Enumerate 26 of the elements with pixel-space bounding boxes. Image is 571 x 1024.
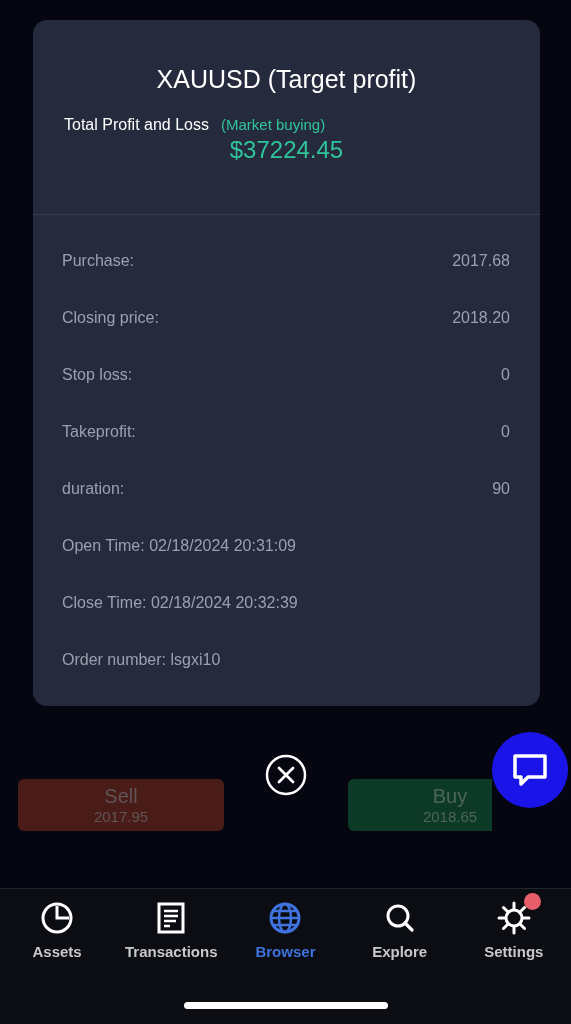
tab-bar-item[interactable]: Assets — [2, 891, 113, 988]
globe-icon — [268, 901, 303, 935]
dialog-title: XAUUSD (Target profit) — [156, 65, 417, 94]
field-label: Purchase: — [62, 251, 135, 270]
tab-bar-item[interactable]: Transactions — [116, 891, 227, 988]
order-type: (Market buying) — [220, 116, 326, 133]
field-value: 90 — [492, 479, 510, 498]
info-text: Close Time: 02/18/2024 20:32:39 — [62, 593, 298, 612]
field-label: Takeprofit: — [62, 422, 136, 441]
info-text: Open Time: 02/18/2024 20:31:09 — [62, 536, 296, 555]
tab-bar-item[interactable]: Settings — [458, 891, 569, 988]
field-label: duration: — [62, 479, 125, 498]
pnl-label: Total Profit and Loss — [64, 116, 209, 134]
field-value: 2018.20 — [452, 308, 510, 327]
pnl-value: $37224.45 — [229, 136, 344, 164]
field-label: Stop loss: — [62, 365, 133, 384]
field-label: Closing price: — [62, 308, 159, 327]
field-value: 0 — [501, 422, 510, 441]
tab-bar-item[interactable]: Browser — [230, 891, 341, 988]
tab-bar-item[interactable]: Explore — [344, 891, 455, 988]
pie-chart-icon — [40, 901, 75, 935]
field-value: 2017.68 — [452, 251, 510, 270]
close-icon[interactable] — [265, 754, 307, 796]
field-value: 0 — [501, 365, 510, 384]
gear-icon — [496, 901, 531, 935]
info-text: Order number: lsgxi10 — [62, 650, 221, 669]
